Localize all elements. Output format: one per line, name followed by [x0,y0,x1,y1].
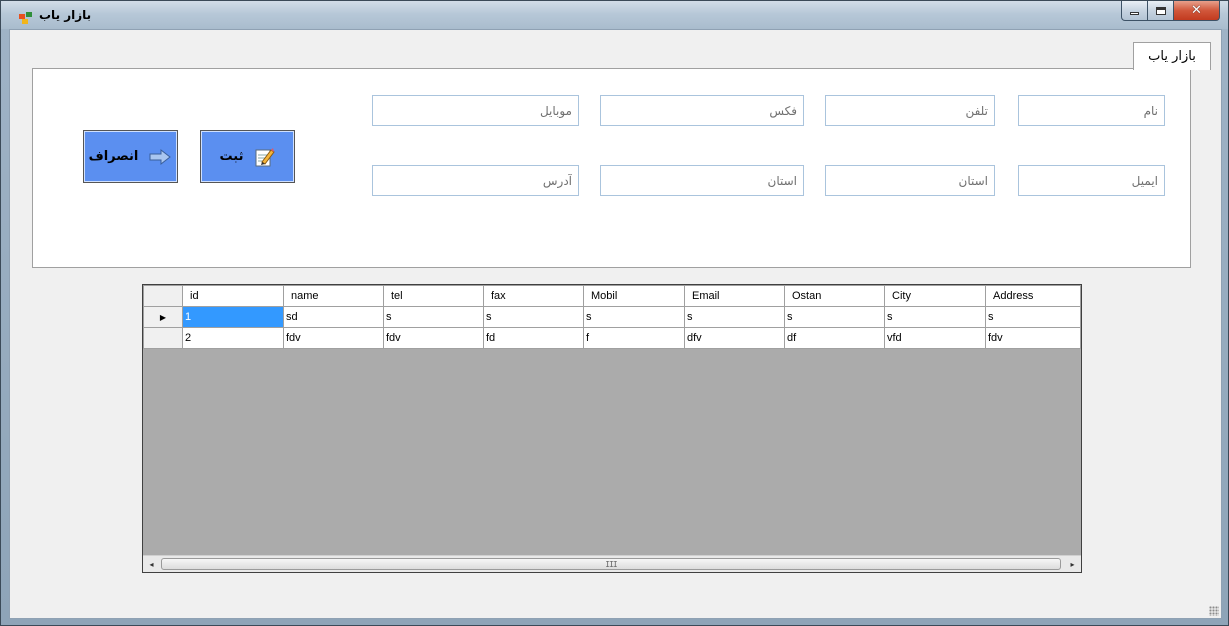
column-header[interactable]: tel [383,285,484,307]
grid-header-row: id name tel fax Mobil Email Ostan City A… [143,285,1081,307]
table-cell[interactable]: vfd [884,327,986,349]
phone-field[interactable] [825,95,995,126]
table-cell[interactable]: sd [283,306,384,328]
table-cell[interactable]: s [784,306,885,328]
table-cell[interactable]: dfv [684,327,785,349]
maximize-button[interactable] [1148,1,1174,21]
close-icon: ✕ [1191,3,1202,18]
minimize-icon [1130,12,1139,15]
table-cell[interactable]: df [784,327,885,349]
table-cell[interactable]: fdv [985,327,1081,349]
column-header[interactable]: Ostan [784,285,885,307]
fax-field[interactable] [600,95,804,126]
column-header[interactable]: City [884,285,986,307]
table-cell[interactable]: fdv [283,327,384,349]
table-cell[interactable]: 2 [182,327,284,349]
table-cell[interactable]: fd [483,327,584,349]
cancel-button[interactable]: انصراف [83,130,178,183]
column-header[interactable]: name [283,285,384,307]
submit-label: ثبت [219,149,244,164]
tab-bazaryab[interactable]: بازار یاب [1133,42,1211,70]
table-cell[interactable]: f [583,327,685,349]
scroll-right-icon[interactable]: ▸ [1064,556,1081,572]
email-field[interactable] [1018,165,1165,196]
edit-note-icon [253,146,276,168]
minimize-button[interactable] [1121,1,1148,21]
table-cell[interactable]: s [383,306,484,328]
address-field[interactable] [372,165,579,196]
close-button[interactable]: ✕ [1174,1,1220,21]
resize-grip-icon[interactable] [1209,606,1219,616]
column-header[interactable]: Email [684,285,785,307]
app-icon [19,9,33,24]
mobile-field[interactable] [372,95,579,126]
column-header[interactable]: id [182,285,284,307]
data-grid[interactable]: id name tel fax Mobil Email Ostan City A… [142,284,1082,573]
tab-page: ثبت انصراف [32,68,1191,268]
column-header[interactable]: Address [985,285,1081,307]
cancel-label: انصراف [88,149,139,164]
app-window: بازار یاب ✕ بازار یاب نام تلفن فکس موبای… [0,0,1229,626]
table-cell[interactable]: s [884,306,986,328]
client-area: بازار یاب ثبت [9,29,1222,619]
title-bar[interactable]: بازار یاب ✕ [1,1,1228,29]
table-row[interactable]: ▶ 1 sd s s s s s s s [143,306,1081,328]
province-field[interactable] [825,165,995,196]
maximize-icon [1155,6,1166,15]
scroll-left-icon[interactable]: ◂ [143,556,160,572]
window-title: بازار یاب [39,8,92,22]
table-cell[interactable]: s [684,306,785,328]
table-cell[interactable]: s [985,306,1081,328]
submit-button[interactable]: ثبت [200,130,295,183]
table-cell[interactable]: 1 [182,306,284,328]
table-row[interactable]: 2 fdv fdv fd f dfv df vfd fdv [143,327,1081,349]
horizontal-scrollbar[interactable]: ◂ III ▸ [143,555,1081,572]
table-cell[interactable]: s [583,306,685,328]
caption-buttons: ✕ [1121,1,1220,21]
table-cell[interactable]: s [483,306,584,328]
scroll-grip-icon: III [605,559,617,569]
row-header[interactable]: ▶ [143,306,183,328]
grid-table: id name tel fax Mobil Email Ostan City A… [143,285,1081,349]
scroll-thumb[interactable]: III [161,558,1061,570]
row-header[interactable] [143,327,183,349]
column-header[interactable]: Mobil [583,285,685,307]
current-row-icon: ▶ [159,313,167,322]
column-header[interactable]: fax [483,285,584,307]
table-cell[interactable]: fdv [383,327,484,349]
name-field[interactable] [1018,95,1165,126]
row-header-corner[interactable] [143,285,183,307]
forward-arrow-icon [148,148,172,166]
city-field[interactable] [600,165,804,196]
